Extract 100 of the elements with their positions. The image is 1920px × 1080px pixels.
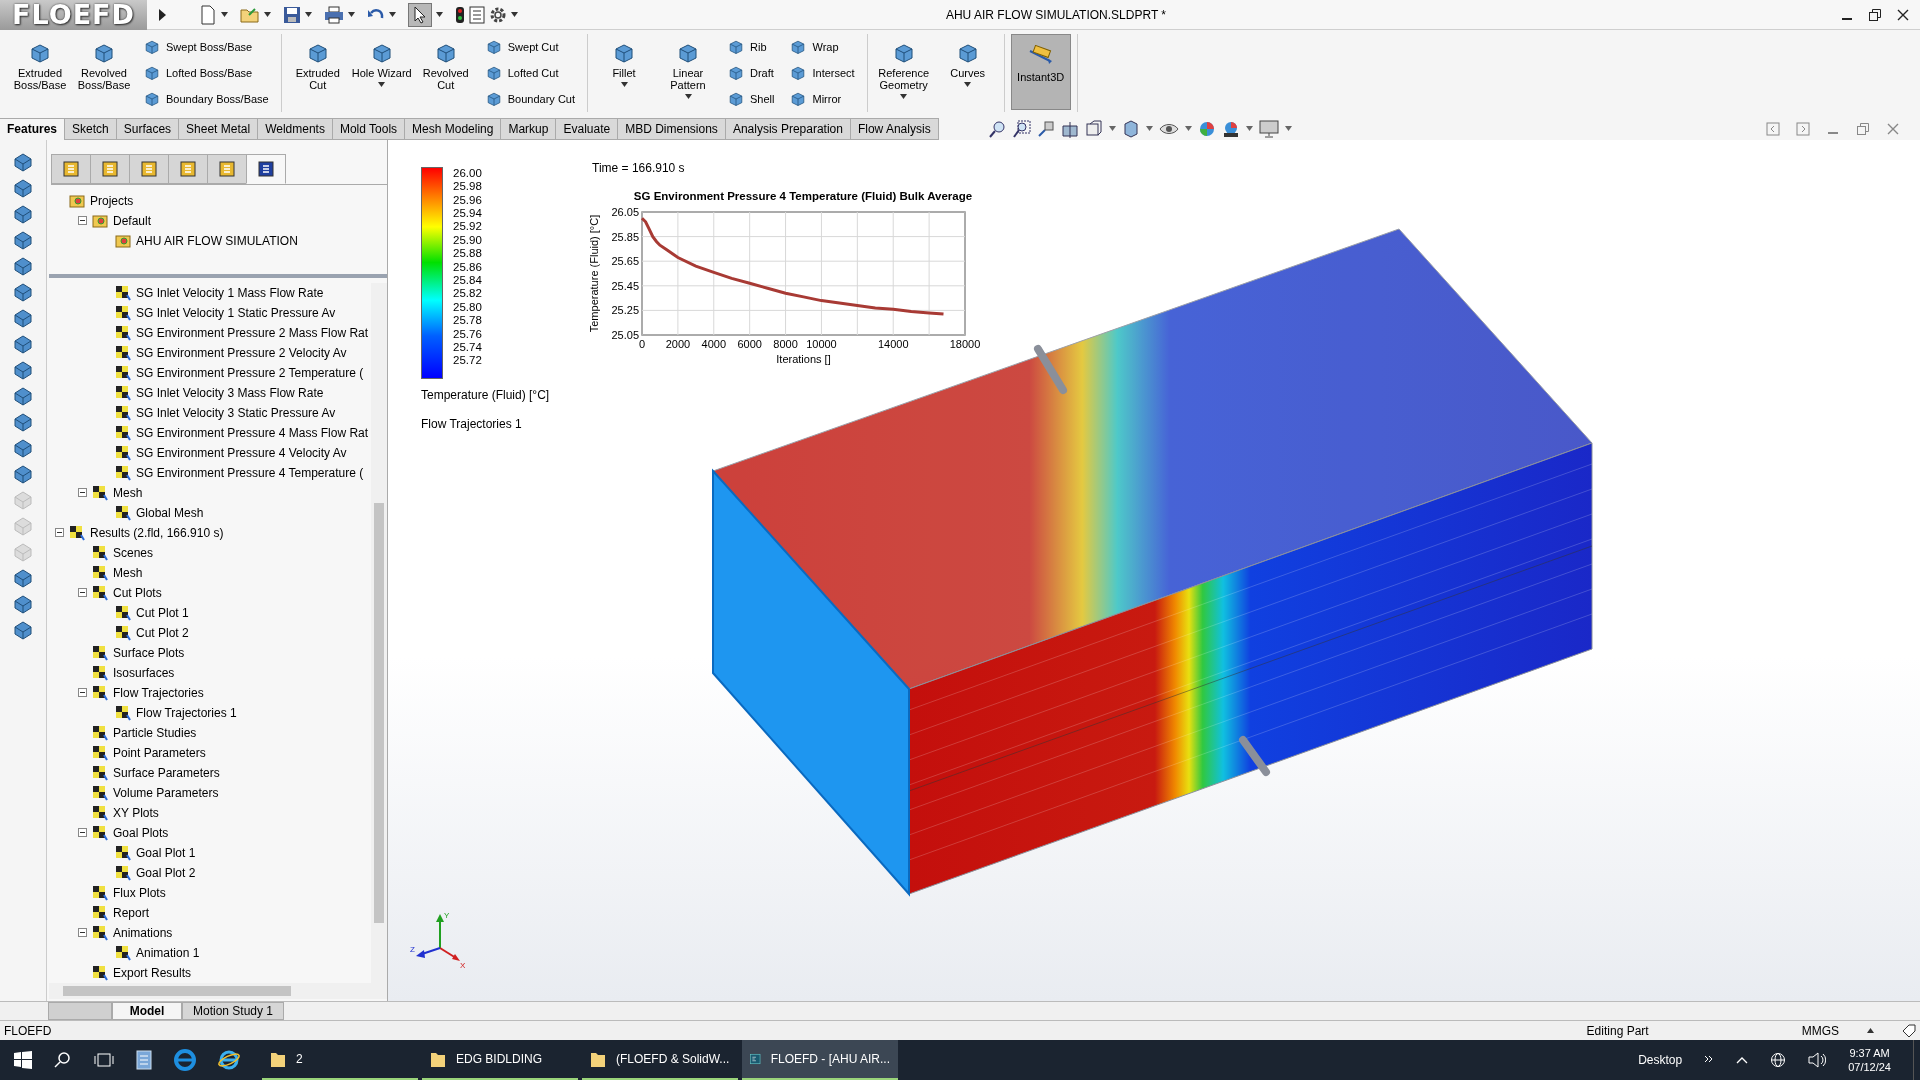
taskbar-window[interactable]: FLOEFD - [AHU AIR...	[742, 1040, 898, 1080]
save-icon[interactable]	[282, 5, 301, 24]
tool-icon[interactable]	[13, 463, 33, 484]
ribbon-button[interactable]: Intersect	[784, 60, 861, 86]
notepad-icon[interactable]	[136, 1050, 152, 1070]
ribbon-button[interactable]: Swept Cut	[479, 34, 581, 60]
caret-icon[interactable]	[388, 12, 396, 17]
collapse-box-icon[interactable]	[78, 216, 87, 226]
ribbon-button[interactable]: Wrap	[784, 34, 861, 60]
tree-item[interactable]: SG Environment Pressure 2 Temperature (	[136, 365, 364, 380]
vertical-scrollbar[interactable]	[371, 282, 387, 984]
tree-item[interactable]: Flow Trajectories 1	[136, 705, 237, 720]
tree-item[interactable]: Goal Plot 1	[136, 845, 196, 860]
browser-e-icon[interactable]	[218, 1049, 240, 1071]
clock-date[interactable]: 07/12/24	[1848, 1060, 1891, 1074]
tree-item[interactable]: SG Environment Pressure 2 Velocity Av	[136, 345, 347, 360]
tool-icon[interactable]	[13, 177, 33, 198]
command-tab[interactable]: Sheet Metal	[178, 117, 259, 140]
ribbon-button[interactable]: Lofted Boss/Base	[138, 60, 275, 86]
tool-icon[interactable]	[13, 203, 33, 224]
tree-item[interactable]: SG Inlet Velocity 1 Mass Flow Rate	[136, 285, 324, 300]
collapse-box-icon[interactable]	[78, 828, 87, 838]
tool-icon[interactable]	[13, 229, 33, 250]
taskbar-window[interactable]: 2	[262, 1040, 418, 1080]
tree-item[interactable]: SG Inlet Velocity 1 Static Pressure Av	[136, 305, 336, 320]
ribbon-button[interactable]: Fillet	[594, 34, 654, 87]
tool-icon[interactable]	[13, 593, 33, 614]
caret-icon[interactable]	[435, 12, 443, 17]
collapse-box-icon[interactable]	[78, 588, 87, 598]
ribbon-button[interactable]: Reference Geometry	[873, 34, 934, 99]
tree-item[interactable]: Surface Parameters	[113, 765, 220, 780]
command-tab[interactable]: MBD Dimensions	[617, 117, 726, 140]
collapse-box-icon[interactable]	[78, 488, 87, 498]
tree-item[interactable]: Global Mesh	[136, 505, 204, 520]
tool-icon[interactable]	[13, 359, 33, 380]
caret-icon[interactable]	[1245, 126, 1253, 132]
ribbon-button[interactable]: Linear Pattern	[658, 34, 718, 99]
tree-item[interactable]: SG Environment Pressure 4 Mass Flow Rat	[136, 425, 369, 440]
ribbon-button[interactable]: Swept Boss/Base	[138, 34, 275, 60]
tree-item[interactable]: Default	[113, 213, 152, 228]
tool-icon[interactable]	[13, 307, 33, 328]
printer-icon[interactable]	[323, 5, 344, 24]
eye-icon[interactable]	[1158, 121, 1179, 136]
tree-item[interactable]: Goal Plots	[113, 825, 169, 840]
tree-item[interactable]: Particle Studies	[113, 725, 197, 740]
tree-item[interactable]: Surface Plots	[113, 645, 185, 660]
task-view-icon[interactable]	[94, 1051, 114, 1069]
tree-item[interactable]: Mesh	[113, 485, 143, 500]
tree-item[interactable]: Projects	[90, 193, 134, 208]
tool-icon[interactable]	[13, 385, 33, 406]
command-tab[interactable]: Weldments	[257, 117, 333, 140]
caret-icon[interactable]	[1108, 126, 1116, 132]
color-sphere-icon[interactable]	[1197, 119, 1216, 138]
speaker-icon[interactable]	[1808, 1052, 1827, 1068]
tool-icon[interactable]	[13, 333, 33, 354]
tree-item[interactable]: Scenes	[113, 545, 154, 560]
ribbon-button[interactable]: Boundary Cut	[479, 86, 581, 112]
tree-item[interactable]: Export Results	[113, 965, 192, 980]
close-icon[interactable]	[1896, 7, 1910, 22]
ribbon-button[interactable]: Revolved Boss/Base	[74, 34, 134, 91]
ribbon-button[interactable]: Extruded Cut	[287, 34, 348, 91]
ribbon-button[interactable]: Lofted Cut	[479, 60, 581, 86]
tool-icon[interactable]	[13, 151, 33, 172]
command-tab[interactable]: Markup	[500, 117, 557, 140]
tree-item[interactable]: SG Inlet Velocity 3 Static Pressure Av	[136, 405, 336, 420]
tree-item[interactable]: Flow Trajectories	[113, 685, 204, 700]
caret-icon[interactable]	[347, 12, 355, 17]
clock-time[interactable]: 9:37 AM	[1849, 1046, 1890, 1060]
tree-item[interactable]: Cut Plot 1	[136, 605, 189, 620]
ribbon-button[interactable]: Boundary Boss/Base	[138, 86, 275, 112]
tree-item[interactable]: Report	[113, 905, 150, 920]
tree-item[interactable]: SG Environment Pressure 4 Velocity Av	[136, 445, 347, 460]
view-orientation-icon[interactable]	[1084, 119, 1103, 138]
tree-item[interactable]: Animation 1	[136, 945, 200, 960]
previous-view-icon[interactable]	[1036, 119, 1055, 138]
tree-item[interactable]: AHU AIR FLOW SIMULATION	[136, 233, 298, 248]
monitor-icon[interactable]	[1258, 119, 1279, 138]
globe-icon[interactable]	[1770, 1052, 1787, 1068]
ribbon-button[interactable]: Mirror	[784, 86, 861, 112]
tool-icon[interactable]	[13, 411, 33, 432]
caret-icon[interactable]	[510, 12, 518, 17]
ribbon-button[interactable]: Extruded Boss/Base	[10, 34, 70, 91]
tree-item[interactable]: Goal Plot 2	[136, 865, 196, 880]
restore-icon[interactable]	[1868, 7, 1882, 22]
desktop-toolbar-label[interactable]: Desktop	[1638, 1053, 1683, 1067]
zoom-area-icon[interactable]	[1012, 119, 1031, 138]
traffic-light-icon[interactable]	[454, 5, 465, 24]
tree-item[interactable]: Cut Plot 2	[136, 625, 189, 640]
ribbon-button[interactable]: Hole Wizard	[351, 34, 412, 87]
tree-item[interactable]: Volume Parameters	[113, 785, 219, 800]
tree-item[interactable]: Cut Plots	[113, 585, 162, 600]
select-tool-button[interactable]	[407, 2, 432, 27]
zoom-to-fit-icon[interactable]	[988, 119, 1007, 138]
instant3d-toggle[interactable]: Instant3D	[1010, 34, 1071, 110]
ribbon-button[interactable]: Draft	[722, 60, 781, 86]
model-tab[interactable]: Model	[112, 1002, 182, 1021]
panel-tab[interactable]	[246, 153, 286, 184]
caret-icon[interactable]	[1184, 126, 1192, 132]
caret-icon[interactable]	[1867, 1028, 1874, 1034]
tree-item[interactable]: Results (2.fld, 166.910 s)	[90, 525, 224, 540]
